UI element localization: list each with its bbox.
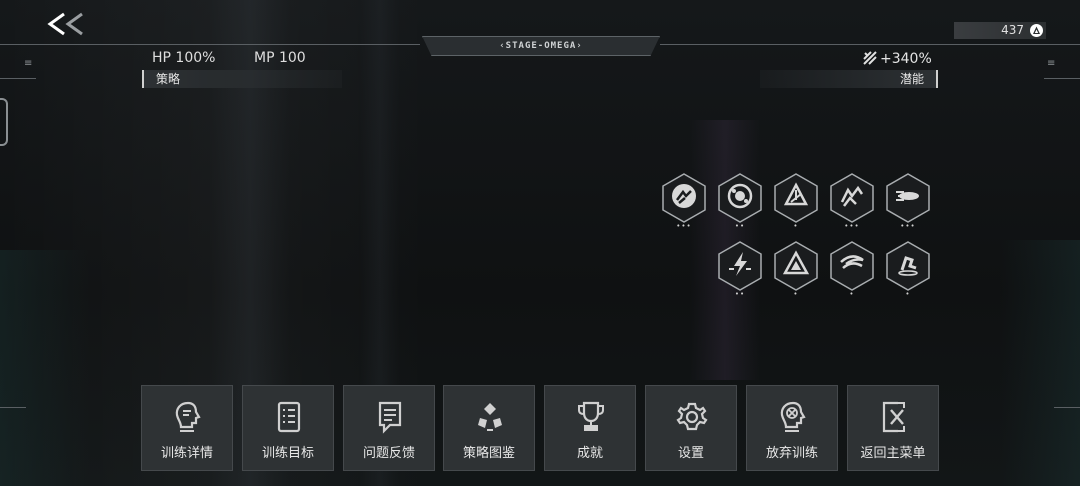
currency-counter: 437 (954, 22, 1046, 39)
exit-door-icon (882, 401, 905, 433)
lightning-strike-icon (729, 252, 751, 276)
speed-streak-icon (896, 191, 919, 201)
menu-label: 放弃训练 (765, 446, 818, 461)
menu-strategy-codex-button[interactable]: 策略图鉴 (443, 385, 535, 471)
a-circle-icon (1030, 24, 1043, 37)
menu-feedback-button[interactable]: 问题反馈 (343, 385, 435, 471)
potential-value: +340% (880, 51, 932, 67)
running-figures-icon (840, 185, 864, 207)
skill-slot[interactable]: ••• (660, 172, 708, 232)
skill-slot[interactable]: •• (716, 240, 764, 300)
header-divider-right (660, 44, 1080, 45)
skill-slot[interactable]: • (828, 240, 876, 300)
hp-stat: HP 100% (152, 50, 216, 66)
slash-burst-icon (863, 51, 877, 65)
spiral-orb-icon (727, 183, 753, 209)
menu-label: 设置 (677, 446, 704, 461)
triangular-star-icon (783, 182, 809, 206)
menu-label: 成就 (576, 446, 603, 461)
potential-stat: +340% (862, 50, 932, 67)
feedback-doc-icon (378, 401, 402, 434)
menu-label: 返回主菜单 (860, 446, 926, 461)
checklist-icon (277, 401, 301, 433)
header-divider-left (0, 44, 420, 45)
tri-node-icon (478, 403, 502, 431)
gear-icon (676, 402, 708, 431)
left-menu-glyph: ≡ (24, 58, 33, 69)
potential-section-label: 潜能 (760, 70, 938, 88)
right-menu-glyph: ≡ (1047, 58, 1056, 69)
menu-label: 训练目标 (261, 446, 314, 461)
left-edge-bracket (0, 98, 8, 146)
stage-title: ‹STAGE-OMEGA› (422, 36, 660, 56)
head-cross-icon (780, 401, 806, 432)
back-button[interactable] (44, 8, 90, 40)
mp-stat: MP 100 (254, 50, 306, 66)
triangle-target-icon (782, 250, 810, 275)
skill-slot[interactable]: ••• (828, 172, 876, 232)
menu-abandon-training-button[interactable]: 放弃训练 (746, 385, 838, 471)
menu-label: 问题反馈 (362, 446, 415, 461)
trophy-icon (578, 401, 604, 431)
menu-label: 训练详情 (160, 446, 213, 461)
leaping-figure-icon (898, 256, 918, 276)
currency-value: 437 (1001, 23, 1024, 37)
menu-label: 策略图鉴 (462, 446, 515, 461)
menu-training-details-button[interactable]: 训练详情 (141, 385, 233, 471)
skill-slot[interactable]: • (884, 240, 932, 300)
menu-training-goals-button[interactable]: 训练目标 (242, 385, 334, 471)
menu-settings-button[interactable]: 设置 (645, 385, 737, 471)
double-chevron-left-icon (47, 12, 83, 36)
skill-slot[interactable]: ••• (884, 172, 932, 232)
skill-slot[interactable]: •• (716, 172, 764, 232)
menu-achievements-button[interactable]: 成就 (544, 385, 636, 471)
skill-slot[interactable]: • (772, 172, 820, 232)
menu-return-main-button[interactable]: 返回主菜单 (847, 385, 939, 471)
dashing-figure-icon (672, 184, 696, 208)
wind-slash-icon (840, 255, 864, 269)
head-profile-icon (175, 401, 201, 432)
strategy-section-label: 策略 (142, 70, 342, 88)
skill-slot[interactable]: • (772, 240, 820, 300)
